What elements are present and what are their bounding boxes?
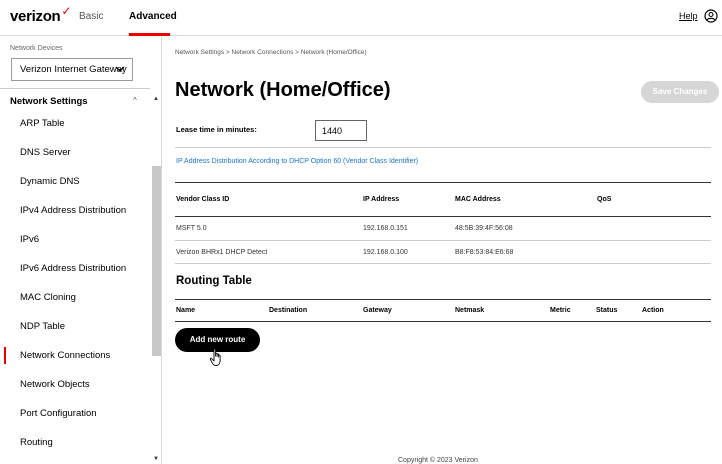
- col-header-ip-address: IP Address: [363, 196, 400, 203]
- sidebar-item-port-configuration[interactable]: Port Configuration: [0, 399, 150, 428]
- col-header-vendor-class-id: Vendor Class ID: [176, 196, 230, 203]
- sidebar-scrollbar[interactable]: ▲ ▼: [151, 88, 161, 464]
- copyright-footer: Copyright © 2023 Verizon: [398, 457, 478, 464]
- divider: [175, 299, 711, 300]
- sidebar-item-ipv6-address-distribution[interactable]: IPv6 Address Distribution: [0, 254, 150, 283]
- divider: [175, 240, 711, 241]
- page-title: Network (Home/Office): [175, 79, 391, 101]
- tab-basic[interactable]: Basic: [79, 11, 103, 22]
- divider: [175, 216, 711, 217]
- col-header-status: Status: [596, 307, 618, 314]
- breadcrumb[interactable]: Network Settings > Network Connections >…: [175, 49, 367, 56]
- col-header-name: Name: [176, 307, 196, 314]
- table-cell-ip: 192.168.0.151: [363, 225, 408, 232]
- hand-cursor-icon: [209, 348, 221, 366]
- chevron-up-icon[interactable]: ^: [133, 96, 137, 105]
- sidebar-item-ipv6[interactable]: IPv6: [0, 225, 150, 254]
- top-bar: verizon✓ Basic Advanced Help: [0, 0, 722, 36]
- sidebar-item-network-connections[interactable]: Network Connections: [0, 341, 150, 370]
- sidebar-item-ndp-table[interactable]: NDP Table: [0, 312, 150, 341]
- sidebar-menu: ARP Table DNS Server Dynamic DNS IPv4 Ad…: [0, 109, 150, 457]
- user-circle-icon[interactable]: [704, 9, 718, 23]
- sidebar-item-dns-server[interactable]: DNS Server: [0, 138, 150, 167]
- dhcp-option-60-link[interactable]: IP Address Distribution According to DHC…: [176, 158, 418, 165]
- network-settings-section-title[interactable]: Network Settings: [10, 96, 88, 107]
- col-header-qos: QoS: [597, 196, 612, 203]
- divider: [175, 147, 711, 148]
- table-cell-ip: 192.168.0.100: [363, 249, 408, 256]
- save-changes-button[interactable]: Save Changes: [641, 81, 719, 103]
- sidebar-item-arp-table[interactable]: ARP Table: [0, 109, 150, 138]
- table-cell-vendor-id: Verizon BHRx1 DHCP Detect: [176, 249, 268, 256]
- col-header-gateway: Gateway: [363, 307, 392, 314]
- scroll-down-arrow-icon[interactable]: ▼: [153, 456, 159, 462]
- logo-text: verizon: [10, 8, 61, 25]
- active-tab-indicator: [129, 33, 170, 36]
- help-link[interactable]: Help: [679, 11, 698, 21]
- col-header-destination: Destination: [269, 307, 308, 314]
- col-header-metric: Metric: [550, 307, 571, 314]
- sidebar-divider: [0, 88, 150, 89]
- network-devices-label: Network Devices: [10, 45, 63, 52]
- lease-time-input[interactable]: 1440: [315, 120, 367, 141]
- scroll-up-arrow-icon[interactable]: ▲: [153, 96, 159, 102]
- sidebar-item-dynamic-dns[interactable]: Dynamic DNS: [0, 167, 150, 196]
- col-header-action: Action: [642, 307, 664, 314]
- divider: [175, 182, 711, 183]
- sidebar-item-routing[interactable]: Routing: [0, 428, 150, 457]
- tab-advanced[interactable]: Advanced: [129, 11, 177, 22]
- logo-check-icon: ✓: [61, 4, 72, 18]
- verizon-logo[interactable]: verizon✓: [10, 4, 71, 25]
- lease-time-label: Lease time in minutes:: [176, 125, 257, 134]
- sidebar: Network Devices Verizon Internet Gateway…: [0, 37, 162, 464]
- table-cell-vendor-id: MSFT 5.0: [176, 225, 207, 232]
- sidebar-item-ipv4-address-distribution[interactable]: IPv4 Address Distribution: [0, 196, 150, 225]
- col-header-mac-address: MAC Address: [455, 196, 501, 203]
- divider: [175, 263, 711, 264]
- chevron-down-icon: [115, 66, 125, 72]
- table-cell-mac: 48:5B:39:4F:56:08: [455, 225, 513, 232]
- table-cell-mac: B8:F8:53:84:E6:68: [455, 249, 514, 256]
- main-content: Network Settings > Network Connections >…: [163, 37, 722, 464]
- routing-table-title: Routing Table: [176, 275, 252, 287]
- device-select-value: Verizon Internet Gateway: [20, 64, 127, 75]
- sidebar-item-network-objects[interactable]: Network Objects: [0, 370, 150, 399]
- device-select[interactable]: Verizon Internet Gateway: [11, 58, 133, 81]
- col-header-netmask: Netmask: [455, 307, 485, 314]
- divider: [175, 321, 711, 322]
- scrollbar-thumb[interactable]: [152, 166, 161, 356]
- sidebar-item-mac-cloning[interactable]: MAC Cloning: [0, 283, 150, 312]
